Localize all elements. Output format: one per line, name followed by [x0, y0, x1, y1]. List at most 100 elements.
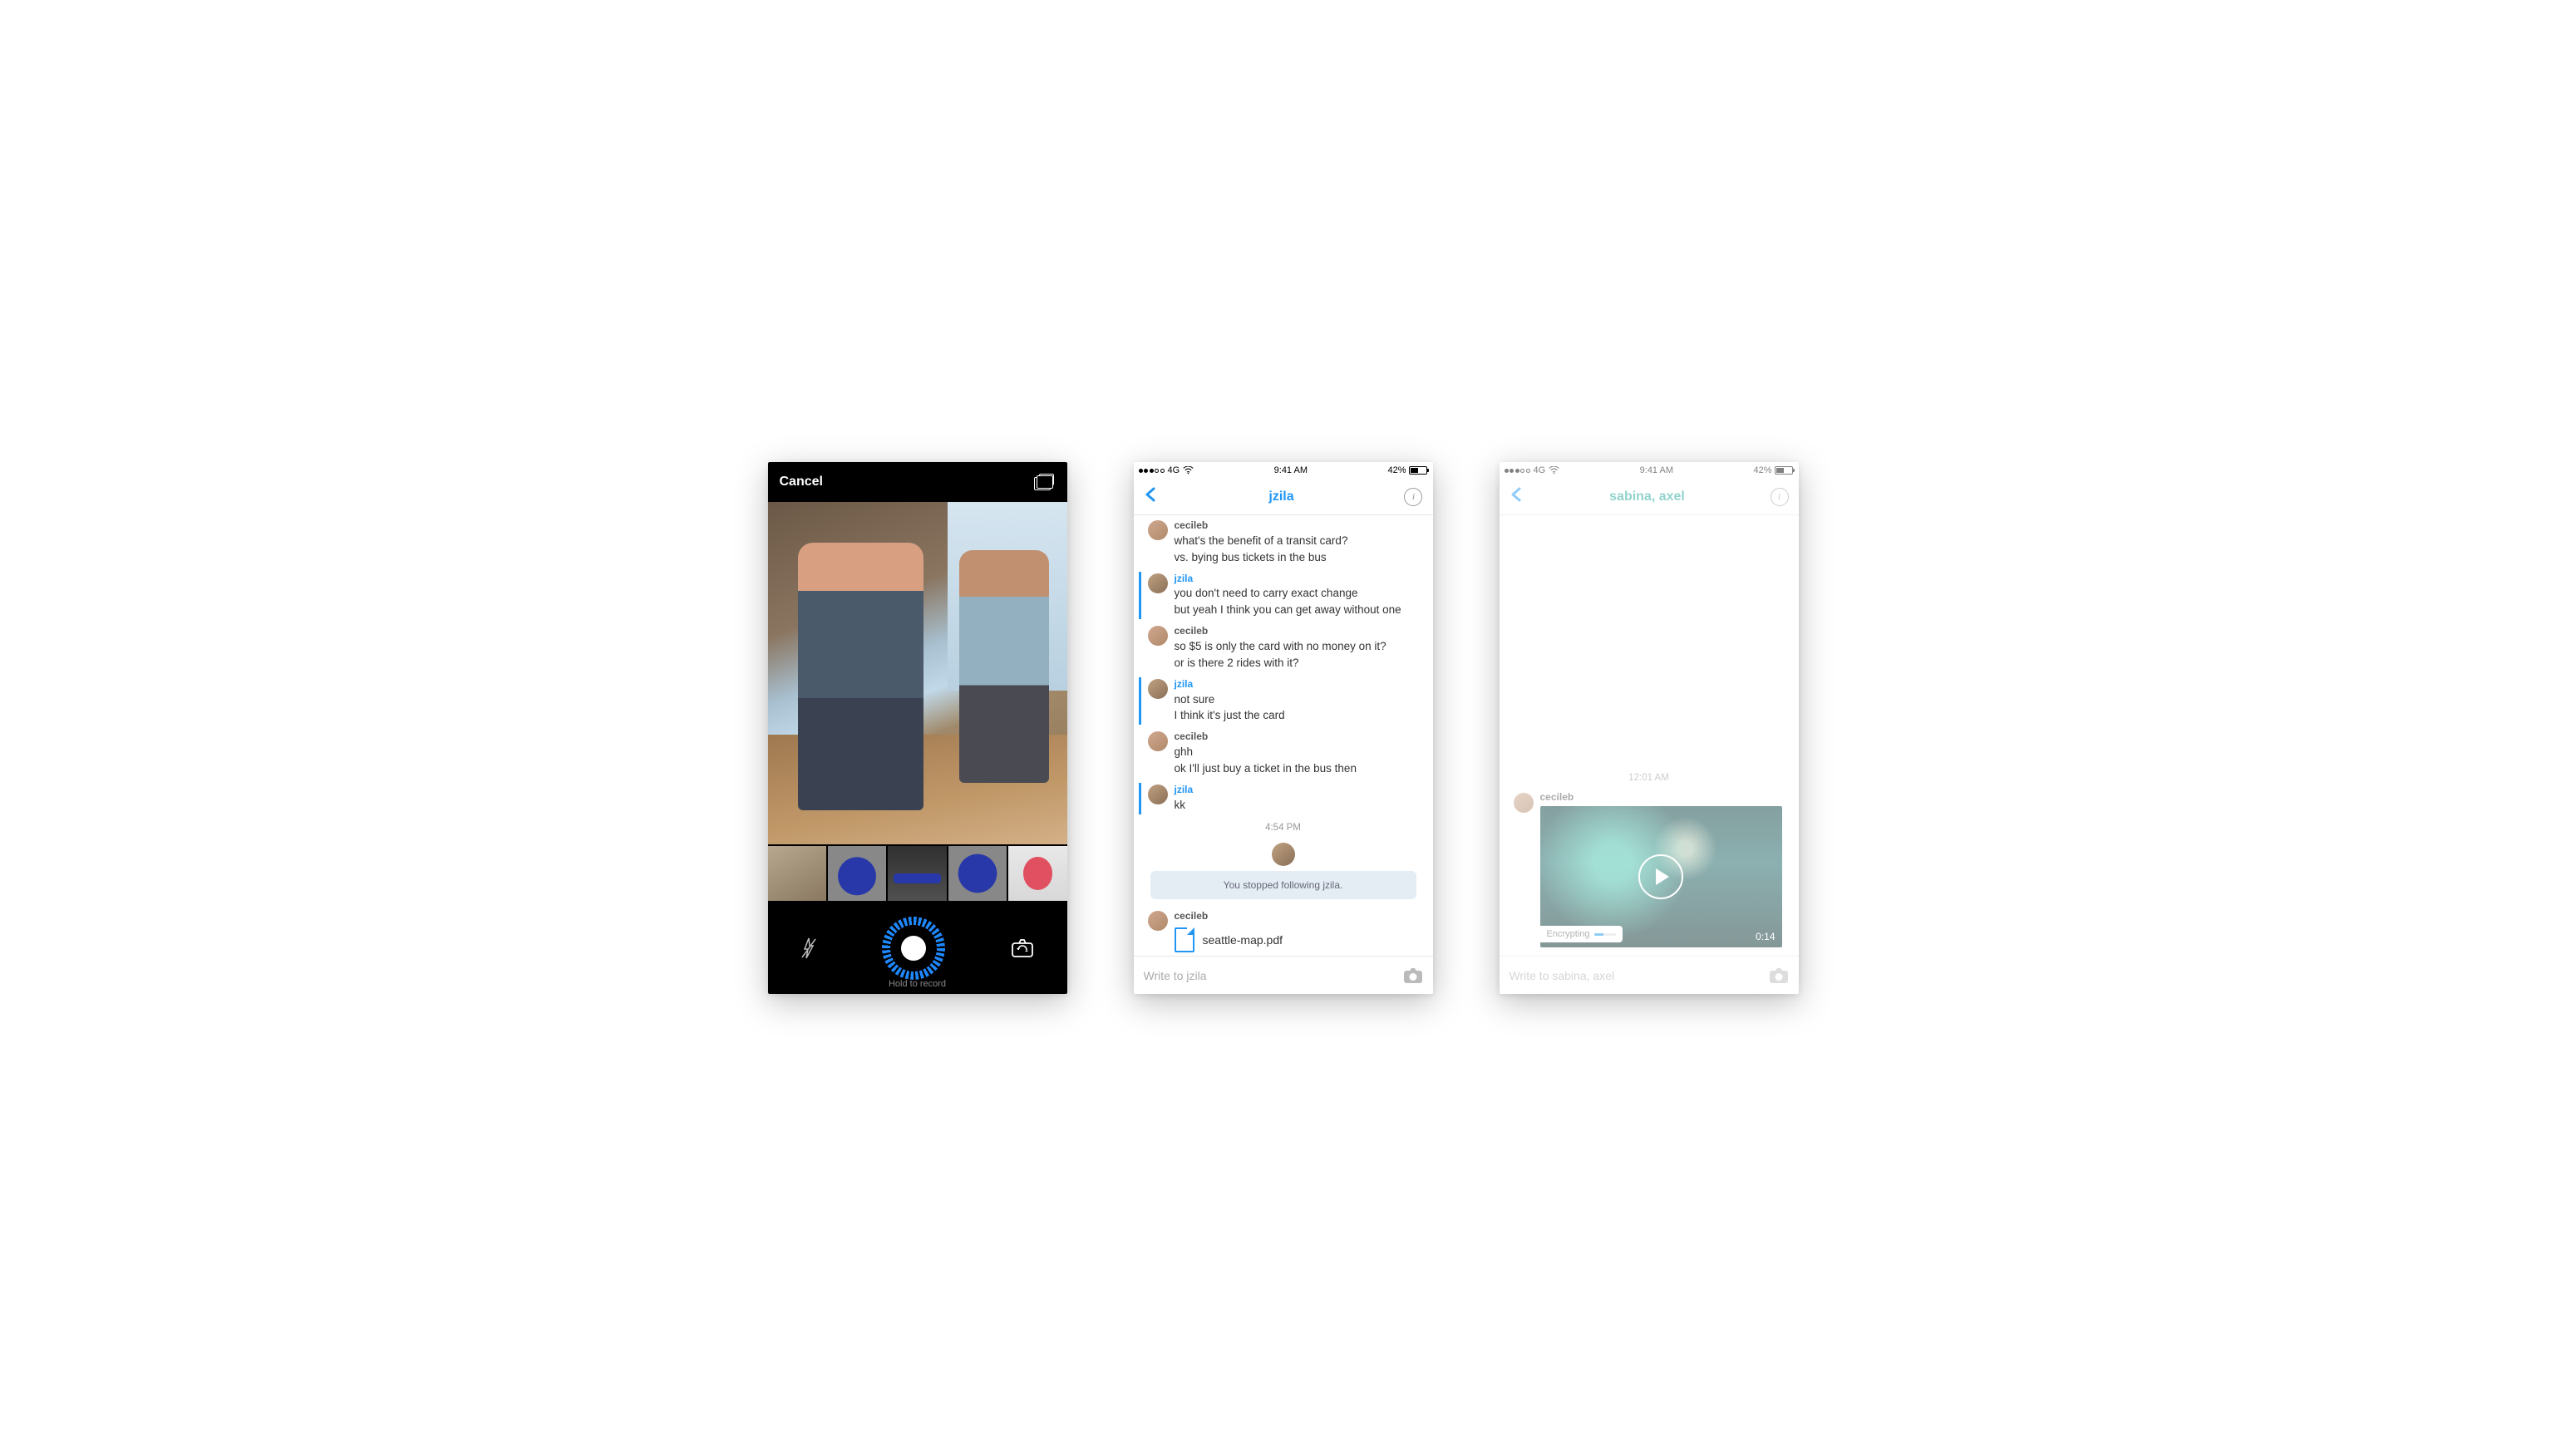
message-author: cecileb [1175, 730, 1425, 744]
encrypting-label: Encrypting [1547, 929, 1590, 939]
message-accent-bar [1139, 783, 1141, 814]
info-button[interactable]: i [1771, 488, 1789, 506]
message-accent-bar [1139, 909, 1141, 953]
time-divider: 4:54 PM [1134, 816, 1433, 836]
message-content: jzilanot sureI think it's just the card [1175, 677, 1425, 726]
camera-icon[interactable] [1403, 967, 1423, 984]
status-time: 9:41 AM [1274, 465, 1308, 475]
message-row: jzilanot sureI think it's just the card [1134, 674, 1433, 727]
message-author: jzila [1175, 783, 1425, 797]
shutter-button[interactable] [882, 917, 945, 980]
battery-icon [1775, 466, 1793, 475]
cancel-button[interactable]: Cancel [780, 475, 823, 489]
message-line: ok I'll just buy a ticket in the bus the… [1175, 761, 1425, 777]
avatar[interactable] [1148, 785, 1168, 804]
battery-pct: 42% [1387, 465, 1406, 475]
flip-camera-icon[interactable] [1010, 937, 1035, 959]
gallery-icon[interactable] [1034, 474, 1056, 490]
time-divider: 12:01 AM [1500, 766, 1799, 786]
message-row: jzilayou don't need to carry exact chang… [1134, 568, 1433, 622]
message-author: jzila [1175, 572, 1425, 586]
message-accent-bar [1139, 624, 1141, 672]
message-accent-bar [1139, 519, 1141, 567]
camera-viewfinder [768, 502, 1067, 844]
progress-bar [1594, 933, 1616, 936]
info-button[interactable]: i [1404, 488, 1422, 506]
avatar[interactable] [1148, 626, 1168, 646]
avatar[interactable] [1148, 520, 1168, 540]
thumbnail[interactable] [828, 846, 886, 901]
message-line: not sure [1175, 692, 1425, 708]
system-banner: You stopped following jzila. [1150, 871, 1416, 899]
avatar[interactable] [1148, 911, 1168, 931]
chat-title[interactable]: jzila [1268, 489, 1293, 504]
flash-off-icon[interactable] [800, 937, 817, 959]
message-line: or is there 2 rides with it? [1175, 656, 1425, 671]
status-bar: 4G 9:41 AM 42% [1500, 462, 1799, 479]
message-row: cecilebwhat's the benefit of a transit c… [1134, 515, 1433, 568]
avatar [1272, 843, 1295, 866]
thumbnail[interactable] [948, 846, 1007, 901]
avatar[interactable] [1514, 793, 1534, 813]
message-list[interactable]: cecilebwhat's the benefit of a transit c… [1134, 515, 1433, 956]
message-content: cecilebwhat's the benefit of a transit c… [1175, 519, 1425, 567]
battery-icon [1409, 466, 1427, 475]
message-author: cecileb [1175, 909, 1425, 923]
message-accent-bar [1139, 730, 1141, 778]
message-accent-bar [1139, 572, 1141, 620]
message-content: cecilebghhok I'll just buy a ticket in t… [1175, 730, 1425, 778]
camera-screen: Cancel Hold to record [768, 462, 1067, 994]
thumbnail[interactable] [888, 846, 946, 901]
system-message: You stopped following jzila. [1134, 836, 1433, 906]
compose-input[interactable] [1144, 969, 1395, 982]
thumbnail[interactable] [768, 846, 826, 901]
chat-screen-jzila: 4G 9:41 AM 42% jzila i cecilebwhat's the… [1134, 462, 1433, 994]
message-line: kk [1175, 798, 1425, 814]
video-message: cecileb 0:14 Encrypting [1500, 786, 1799, 956]
wifi-icon [1549, 466, 1559, 475]
carrier-label: 4G [1534, 465, 1546, 475]
message-author: cecileb [1540, 791, 1782, 803]
video-thumbnail[interactable]: 0:14 Encrypting [1540, 806, 1782, 947]
battery-pct: 42% [1753, 465, 1771, 475]
chat-screen-sabina-axel: 4G 9:41 AM 42% sabina, axel i 12:01 AM c… [1500, 462, 1799, 994]
compose-input[interactable] [1510, 969, 1761, 982]
status-bar: 4G 9:41 AM 42% [1134, 462, 1433, 479]
attachment-name: seattle-map.pdf [1203, 932, 1283, 949]
message-content: cecileb seattle-map.pdf [1175, 909, 1425, 953]
carrier-label: 4G [1168, 465, 1180, 475]
message-author: jzila [1175, 677, 1425, 691]
signal-dots-icon [1505, 469, 1530, 473]
message-list[interactable]: 12:01 AM cecileb 0:14 Encrypting [1500, 515, 1799, 956]
file-attachment[interactable]: seattle-map.pdf [1175, 927, 1425, 952]
camera-controls: Hold to record [768, 903, 1067, 994]
video-duration: 0:14 [1756, 931, 1775, 942]
camera-icon[interactable] [1769, 967, 1789, 984]
nav-bar: sabina, axel i [1500, 479, 1799, 515]
message-content: jzilayou don't need to carry exact chang… [1175, 572, 1425, 620]
message-row: jzilakk [1134, 780, 1433, 816]
message-row: cecilebso $5 is only the card with no mo… [1134, 621, 1433, 674]
record-hint: Hold to record [768, 979, 1067, 989]
avatar[interactable] [1148, 573, 1168, 593]
chat-title[interactable]: sabina, axel [1609, 489, 1685, 504]
avatar[interactable] [1148, 731, 1168, 751]
message-row: cecileb seattle-map.pdf [1134, 906, 1433, 955]
message-content: cecilebso $5 is only the card with no mo… [1175, 624, 1425, 672]
nav-bar: jzila i [1134, 479, 1433, 515]
message-line: but yeah I think you can get away withou… [1175, 603, 1425, 618]
message-line: vs. bying bus tickets in the bus [1175, 550, 1425, 566]
thumbnail[interactable] [1008, 846, 1066, 901]
back-button[interactable] [1144, 487, 1159, 506]
message-row: cecilebghhok I'll just buy a ticket in t… [1134, 726, 1433, 780]
compose-bar [1500, 956, 1799, 994]
signal-dots-icon [1139, 469, 1165, 473]
avatar[interactable] [1148, 679, 1168, 699]
message-author: cecileb [1175, 519, 1425, 533]
compose-bar [1134, 956, 1433, 994]
message-line: so $5 is only the card with no money on … [1175, 639, 1425, 655]
play-icon[interactable] [1638, 854, 1683, 899]
back-button[interactable] [1510, 487, 1524, 506]
message-content: jzilakk [1175, 783, 1425, 814]
message-line: ghh [1175, 745, 1425, 760]
